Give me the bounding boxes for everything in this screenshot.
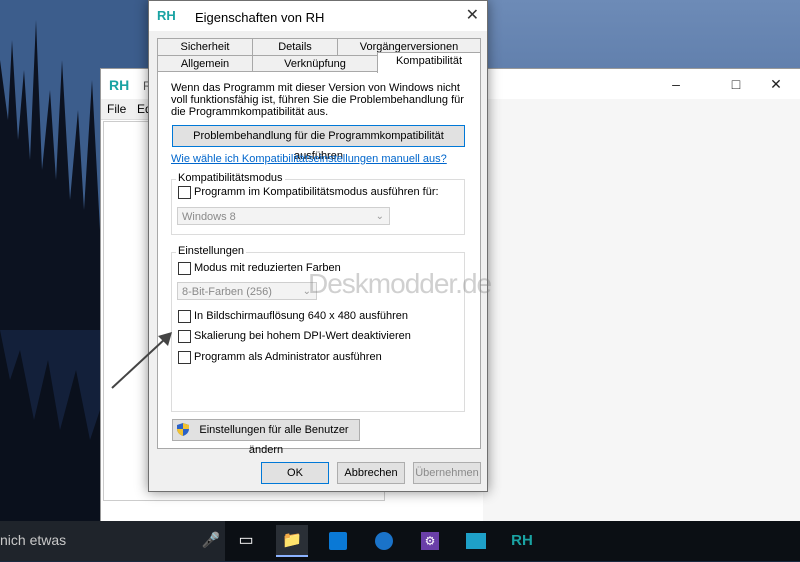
rh-app-icon: RH [109,77,130,93]
arrow-annotation [111,332,172,389]
taskbar-search[interactable]: nich etwas 🎤 [0,521,225,561]
watermark: Deskmodder.de [308,268,492,299]
close-icon[interactable]: ✕ [761,73,791,95]
troubleshoot-button[interactable]: Problembehandlung für die Programmkompat… [172,125,465,162]
search-placeholder: nich etwas [0,532,67,548]
reduced-colors-checkbox[interactable] [178,262,191,275]
properties-dialog: RH Eigenschaften von RH ✕ Sicherheit Det… [148,0,488,492]
taskbar: nich etwas 🎤 ▭ 📁 ⚙ RH [0,521,800,561]
background-window-pane [483,99,800,521]
admin-checkbox[interactable] [178,351,191,364]
manual-settings-link[interactable]: Wie wähle ich Kompatibilitätseinstellung… [171,153,447,165]
microphone-icon[interactable]: 🎤 [195,525,227,557]
minimize-icon[interactable]: – [661,73,691,95]
close-icon[interactable]: ✕ [466,5,479,25]
dpi-checkbox[interactable] [178,330,191,343]
tab-sicherheit[interactable]: Sicherheit [157,38,253,56]
compat-mode-checkbox-label: Programm im Kompatibilitätsmodus ausführ… [194,186,439,198]
photos-icon[interactable] [460,525,492,557]
dpi-label: Skalierung bei hohem DPI-Wert deaktivier… [194,330,411,342]
apply-button[interactable]: Übernehmen [413,462,481,484]
color-depth-value: 8-Bit-Farben (256) [182,286,272,298]
compat-mode-checkbox[interactable] [178,186,191,199]
dialog-title: Eigenschaften von RH [195,10,325,25]
file-explorer-icon[interactable]: 📁 [276,525,308,557]
tab-details[interactable]: Details [252,38,338,56]
color-depth-select[interactable]: 8-Bit-Farben (256) ⌄ [177,282,317,300]
chevron-down-icon: ⌄ [375,211,384,222]
resolution-label: In Bildschirmauflösung 640 x 480 ausführ… [194,310,409,322]
admin-label: Programm als Administrator ausführen [194,351,382,363]
store-icon[interactable] [322,525,354,557]
tab-kompatibilitaet[interactable]: Kompatibilität [377,52,481,73]
ok-button[interactable]: OK [261,462,329,484]
maximize-icon[interactable]: □ [721,73,751,95]
shield-icon [177,423,189,436]
all-users-button[interactable]: Einstellungen für alle Benutzer ändern [172,419,360,456]
cancel-button[interactable]: Abbrechen [337,462,405,484]
edge-icon[interactable] [368,525,400,557]
settings-label: Einstellungen [176,245,247,257]
rh-icon[interactable]: RH [506,525,538,557]
resolution-checkbox[interactable] [178,310,191,323]
dialog-titlebar: RH Eigenschaften von RH ✕ [149,1,487,31]
menu-file[interactable]: File [107,102,126,116]
compat-mode-label: Kompatibilitätsmodus [176,172,285,184]
all-users-label: Einstellungen für alle Benutzer ändern [199,424,349,456]
intro-text: Wenn das Programm mit dieser Version von… [171,82,464,118]
windows-version-select[interactable]: Windows 8 ⌄ [177,207,390,225]
windows-version-value: Windows 8 [182,211,236,223]
rh-dialog-icon: RH [157,8,176,23]
settings-icon[interactable]: ⚙ [414,525,446,557]
task-view-icon[interactable]: ▭ [230,525,262,557]
compatibility-panel: Wenn das Programm mit dieser Version von… [157,71,481,456]
